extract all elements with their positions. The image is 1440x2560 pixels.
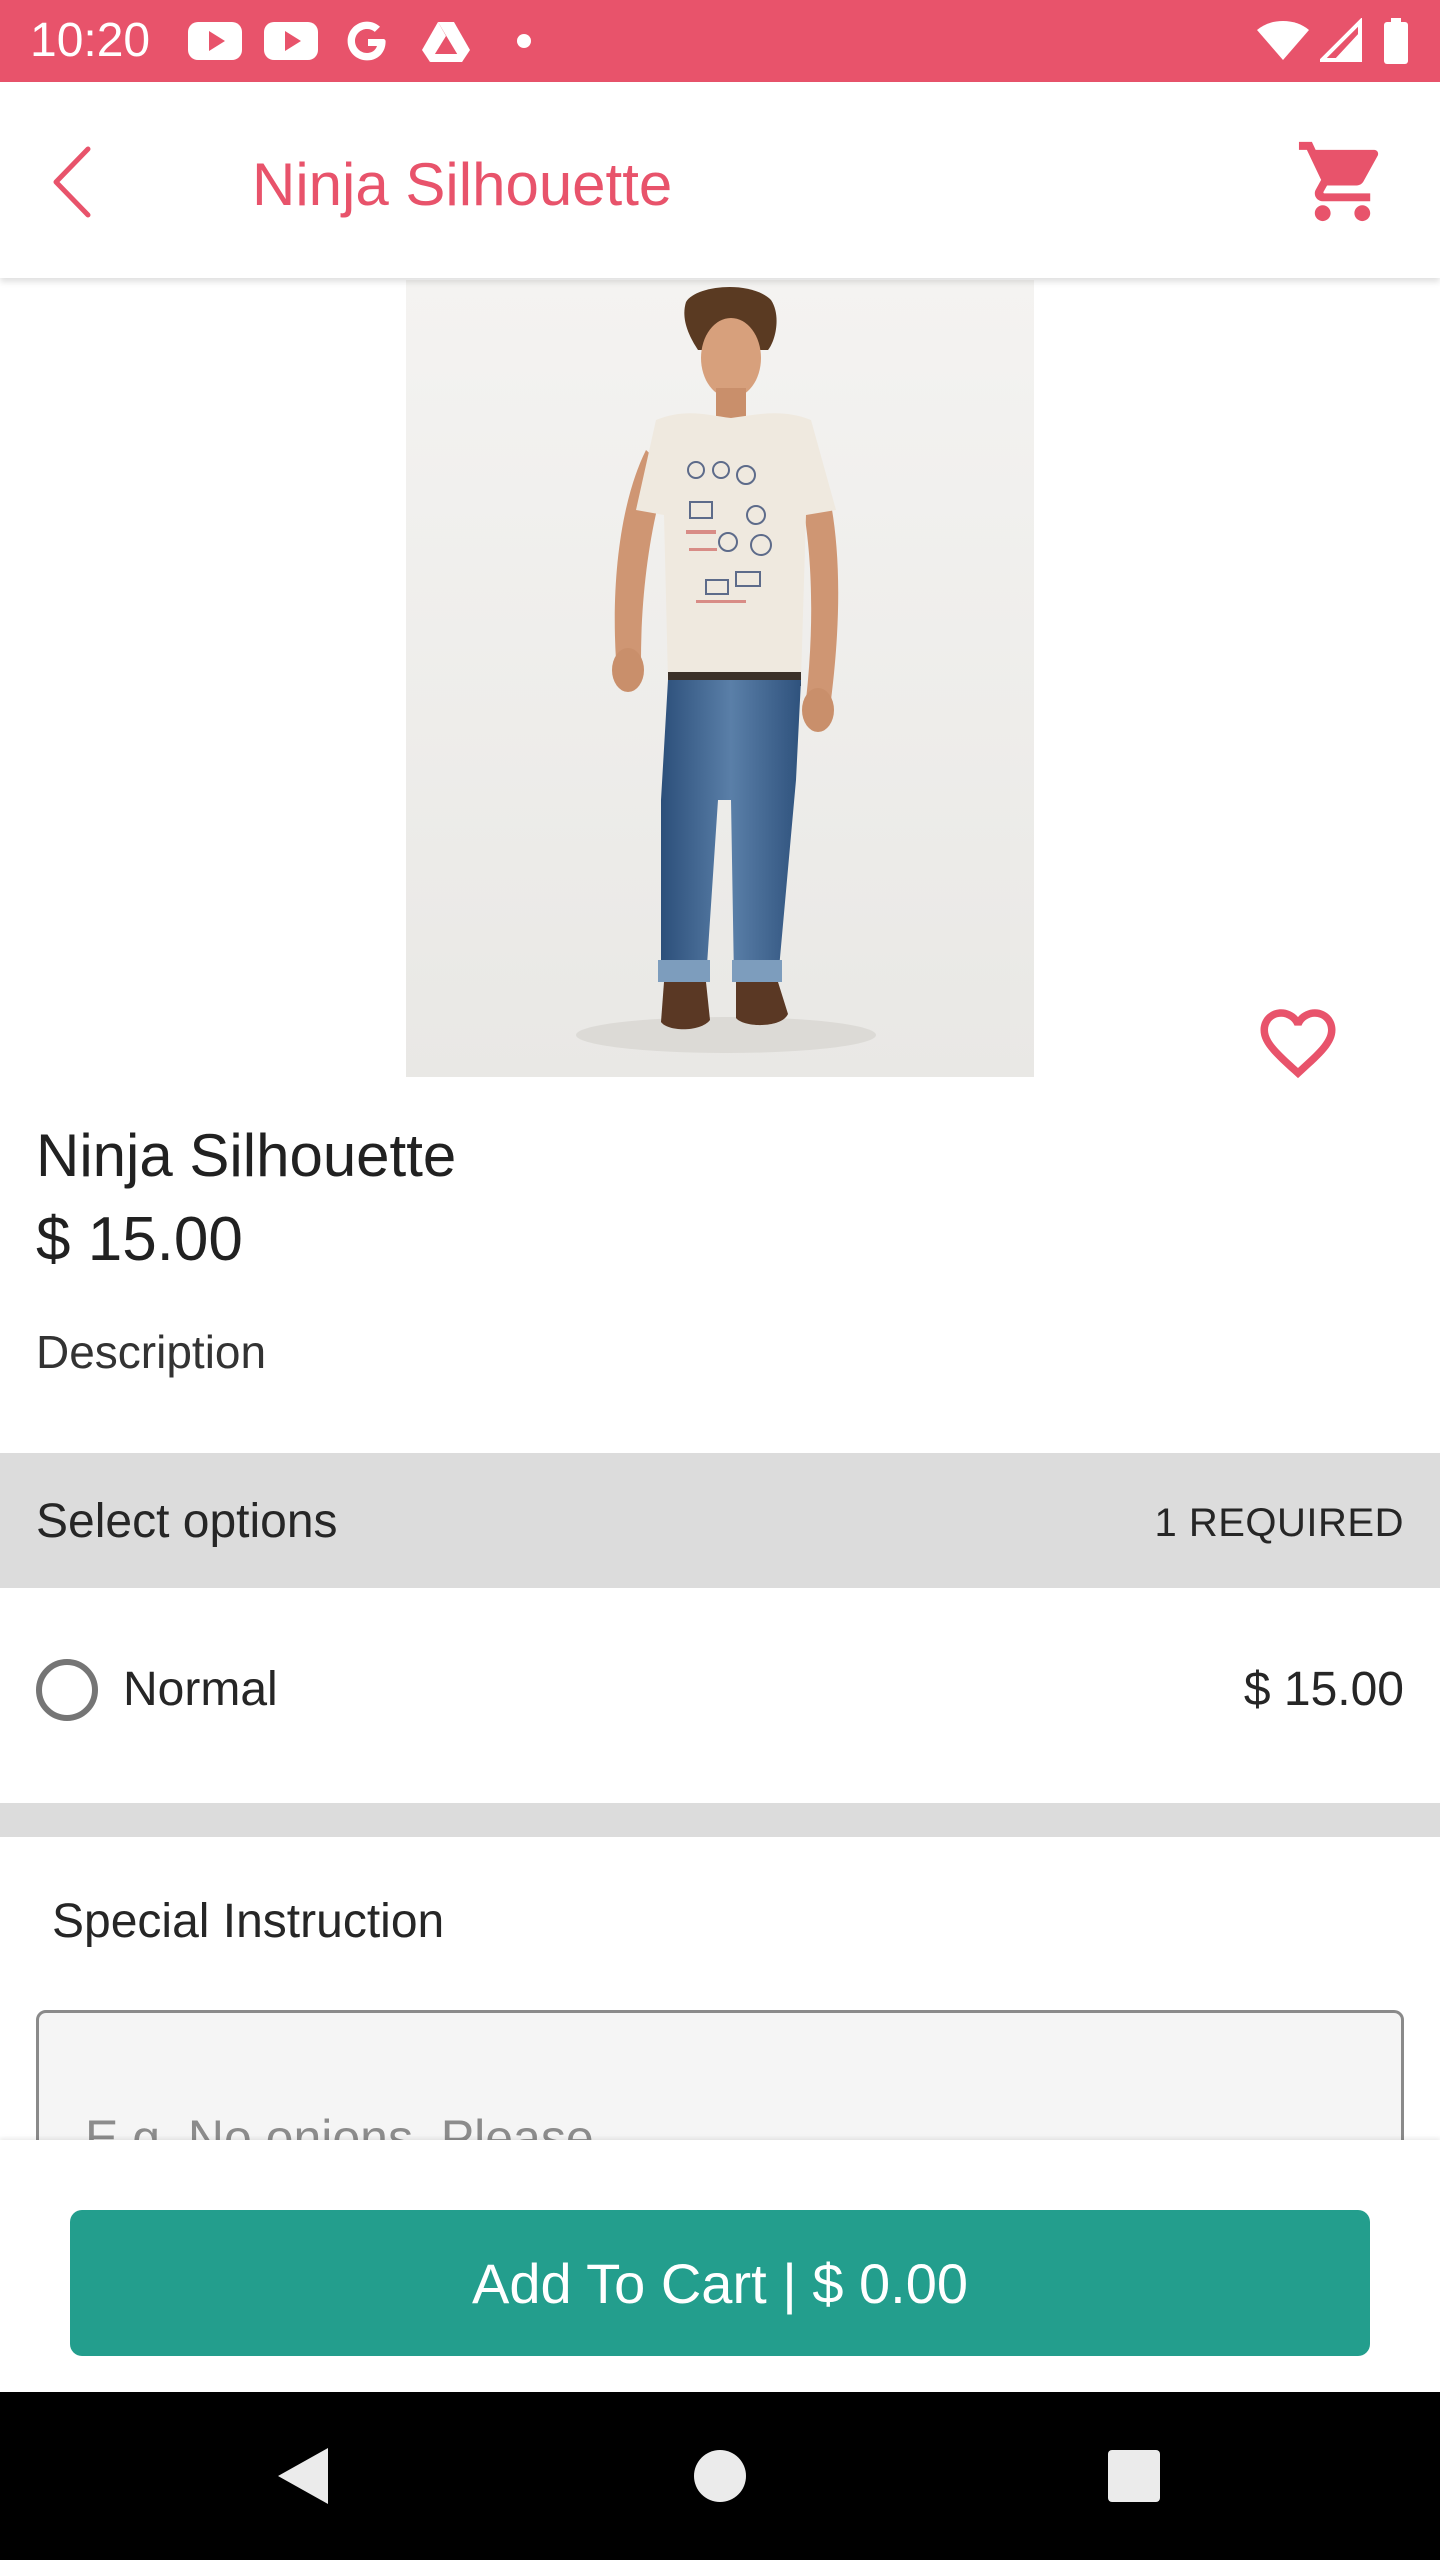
cart-button[interactable] [1295,134,1390,229]
google-icon [347,21,386,61]
favorite-button[interactable] [1252,998,1344,1088]
product-image [406,280,1034,1077]
chevron-left-icon [53,146,91,218]
option-row-normal[interactable]: Normal $ 15.00 [0,1588,1440,1803]
system-nav-bar [0,2392,1440,2560]
home-circle-icon [694,2450,746,2502]
cart-icon [1298,141,1379,222]
back-button[interactable] [40,137,110,227]
product-name: Ninja Silhouette [36,1122,457,1189]
special-instruction-field [36,2010,1404,2140]
section-divider [0,1803,1440,1837]
options-title: Select options [36,1495,338,1548]
option-radio[interactable] [36,1659,98,1721]
product-photo [406,280,1034,1077]
heart-outline-icon [1260,1009,1336,1079]
recents-square-icon [1108,2450,1160,2502]
required-badge: 1 REQUIRED [1154,1501,1404,1545]
youtube-icon [188,22,242,60]
youtube-icon [264,22,318,60]
product-price: $ 15.00 [36,1205,243,1274]
wifi-icon [1257,21,1309,60]
status-bar: 10:20 [0,0,1440,82]
nav-back-button[interactable] [222,2392,382,2560]
description-label: Description [36,1326,267,1378]
page-title: Ninja Silhouette [252,151,673,218]
add-to-cart-button[interactable]: Add To Cart | $ 0.00 [70,2210,1370,2356]
app-bar: Ninja Silhouette [0,82,1440,278]
nav-home-button[interactable] [640,2392,800,2560]
special-instruction-input[interactable] [36,2010,1404,2140]
bottom-panel: Add To Cart | $ 0.00 [0,2140,1440,2392]
battery-icon [1384,18,1408,64]
drive-icon [422,22,470,62]
back-triangle-icon [278,2448,328,2504]
special-instruction-label: Special Instruction [52,1895,445,1948]
signal-icon [1320,18,1362,62]
dot-icon [517,34,531,48]
option-price: $ 15.00 [1243,1663,1404,1716]
status-time: 10:20 [30,14,151,67]
nav-recents-button[interactable] [1054,2392,1214,2560]
options-header: Select options 1 REQUIRED [0,1453,1440,1588]
option-label: Normal [123,1663,278,1716]
